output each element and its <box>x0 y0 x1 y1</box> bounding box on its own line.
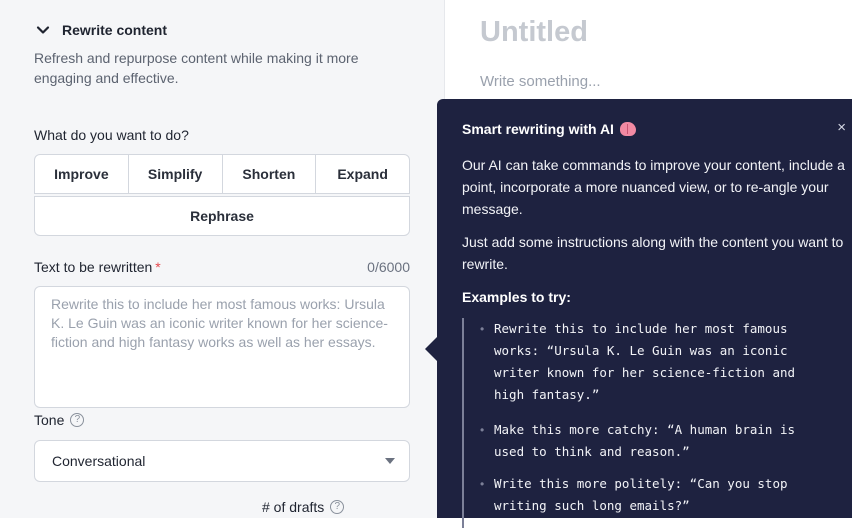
tooltip-title: Smart rewriting with AI <box>462 121 636 137</box>
smart-rewriting-tooltip: Smart rewriting with AI × Our AI can tak… <box>437 99 852 528</box>
tone-label: Tone ? <box>34 412 85 428</box>
example-text: Write this more politely: “Can you stop … <box>494 476 788 513</box>
action-button-group: Improve Simplify Shorten Expand <box>34 154 410 194</box>
list-item: • Rewrite this to include her most famou… <box>464 318 795 406</box>
tone-label-text: Tone <box>34 412 65 428</box>
example-text: Make this more catchy: “A human brain is… <box>494 422 796 459</box>
brain-icon <box>619 122 636 136</box>
drafts-label: # of drafts ? <box>262 499 345 515</box>
section-header[interactable]: Rewrite content <box>36 22 167 38</box>
tooltip-arrow <box>425 337 437 361</box>
tooltip-paragraph: Just add some instructions along with th… <box>462 234 844 272</box>
tooltip-paragraph: Our AI can take commands to improve your… <box>462 157 845 217</box>
improve-button[interactable]: Improve <box>35 155 129 193</box>
example-text: Rewrite this to include her most famous … <box>494 321 796 402</box>
character-counter: 0/6000 <box>367 259 410 275</box>
action-question: What do you want to do? <box>34 127 189 143</box>
rephrase-button[interactable]: Rephrase <box>34 196 410 236</box>
tone-selected-value: Conversational <box>52 453 146 469</box>
list-item: • Write this more politely: “Can you sto… <box>464 473 788 517</box>
examples-heading: Examples to try: <box>462 289 571 305</box>
simplify-button[interactable]: Simplify <box>129 155 223 193</box>
examples-list: • Rewrite this to include her most famou… <box>462 318 844 528</box>
shorten-button[interactable]: Shorten <box>223 155 317 193</box>
required-mark: * <box>155 259 161 275</box>
chevron-down-icon[interactable] <box>36 23 50 37</box>
tooltip-title-text: Smart rewriting with AI <box>462 121 614 137</box>
bullet-icon: • <box>480 423 485 437</box>
caret-down-icon <box>385 458 395 464</box>
help-icon[interactable]: ? <box>330 500 345 514</box>
bullet-icon: • <box>480 477 485 491</box>
rewrite-panel: Rewrite content Refresh and repurpose co… <box>0 0 445 518</box>
text-field-label: Text to be rewritten * <box>34 259 161 275</box>
section-title: Rewrite content <box>62 22 168 38</box>
rewrite-text-input[interactable]: Rewrite this to include her most famous … <box>34 286 410 408</box>
document-body-placeholder[interactable]: Write something... <box>480 73 601 90</box>
tone-select[interactable]: Conversational <box>34 440 410 482</box>
drafts-label-text: # of drafts <box>262 499 325 515</box>
help-icon[interactable]: ? <box>70 413 85 427</box>
list-item: • Make this more catchy: “A human brain … <box>464 419 795 463</box>
bullet-icon: • <box>480 322 485 336</box>
close-icon[interactable]: × <box>837 119 846 136</box>
expand-button[interactable]: Expand <box>316 155 409 193</box>
rewrite-text-placeholder: Rewrite this to include her most famous … <box>51 296 388 350</box>
document-title[interactable]: Untitled <box>480 16 588 49</box>
text-field-label-text: Text to be rewritten <box>34 259 153 275</box>
section-description: Refresh and repurpose content while maki… <box>34 50 359 86</box>
